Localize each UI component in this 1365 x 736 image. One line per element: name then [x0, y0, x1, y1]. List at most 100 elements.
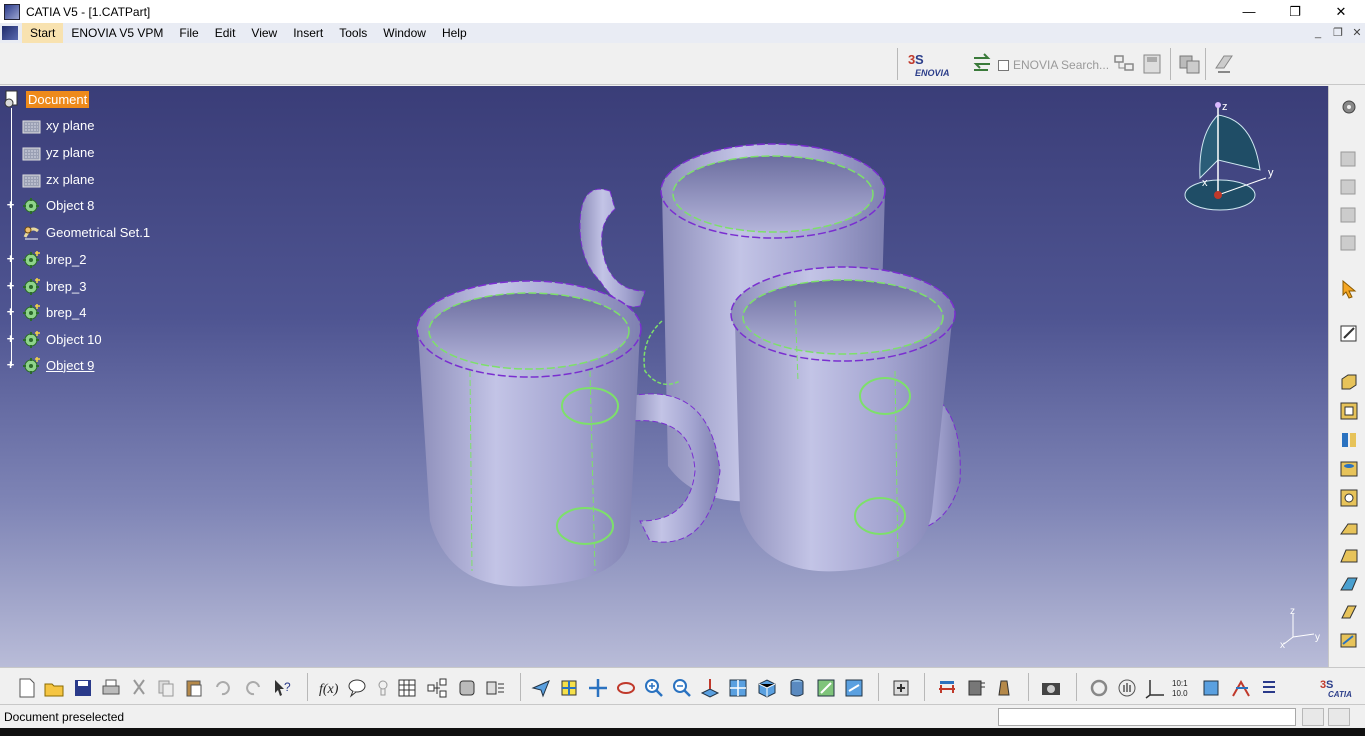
maximize-button[interactable]: ❐ — [1272, 0, 1318, 23]
knowledge-advisor-icon[interactable] — [346, 677, 368, 699]
expand-plus-icon[interactable]: + — [6, 305, 15, 318]
multi-model-icon[interactable] — [1178, 52, 1202, 76]
chamfer-icon[interactable] — [1338, 516, 1360, 538]
measure-item-icon[interactable] — [965, 677, 987, 699]
settings-grid-icon[interactable] — [1112, 52, 1136, 76]
update-icon[interactable] — [890, 677, 912, 699]
sketch-icon[interactable] — [1338, 322, 1360, 344]
compass-icon[interactable]: z y x — [1178, 100, 1278, 215]
product-structure-icon[interactable] — [1338, 148, 1360, 170]
doc-close-button[interactable]: ✕ — [1347, 23, 1365, 43]
hide-show-icon[interactable] — [815, 677, 837, 699]
design-table-icon[interactable] — [396, 677, 418, 699]
tree-item-brep-3[interactable]: + brep_3 — [7, 275, 86, 297]
mug-models[interactable] — [400, 131, 980, 591]
reconnect-icon[interactable] — [1212, 52, 1236, 76]
menu-enovia-v5-vpm[interactable]: ENOVIA V5 VPM — [63, 23, 171, 43]
whats-this-icon[interactable]: ? — [272, 677, 294, 699]
fit-all-icon[interactable] — [558, 677, 580, 699]
menu-edit[interactable]: Edit — [207, 23, 244, 43]
save-icon[interactable] — [72, 677, 94, 699]
doc-restore-button[interactable]: ❐ — [1328, 23, 1348, 43]
expand-plus-icon[interactable]: + — [6, 279, 15, 292]
catalog-icon[interactable] — [456, 677, 478, 699]
scale-values-icon[interactable]: 10:110.0 — [1172, 677, 1194, 699]
tree-item-yz-plane[interactable]: yz plane — [22, 141, 94, 163]
capture-camera-icon[interactable] — [1040, 677, 1062, 699]
enovia-connect-icon[interactable] — [970, 52, 994, 76]
cylinder-view-icon[interactable] — [1200, 677, 1222, 699]
status-button[interactable] — [1302, 708, 1324, 726]
menu-insert[interactable]: Insert — [285, 23, 331, 43]
open-icon[interactable] — [43, 677, 65, 699]
tree-item-object-8[interactable]: + Object 8 — [7, 194, 94, 216]
draft-icon[interactable] — [1338, 544, 1360, 566]
tree-item-brep-4[interactable]: + brep_4 — [7, 301, 86, 323]
axis-system-icon[interactable] — [1144, 677, 1166, 699]
normal-view-icon[interactable] — [699, 677, 721, 699]
minimize-button[interactable]: — — [1226, 0, 1272, 23]
undo-icon[interactable] — [212, 677, 234, 699]
select-cursor-icon[interactable] — [1338, 278, 1360, 300]
menu-window[interactable]: Window — [375, 23, 434, 43]
expand-plus-icon[interactable]: + — [6, 332, 15, 345]
save-to-enovia-icon[interactable] — [1140, 52, 1164, 76]
command-input[interactable] — [998, 708, 1296, 726]
catia-logo-icon[interactable]: 3 SCATIA — [1318, 677, 1358, 699]
menu-file[interactable]: File — [171, 23, 206, 43]
mug-front-right[interactable] — [730, 266, 961, 572]
tree-item-object-10[interactable]: + Object 10 — [7, 328, 102, 350]
tree-root-document[interactable]: Document — [2, 88, 90, 110]
3d-rotate-icon[interactable] — [1088, 677, 1110, 699]
fillet-icon[interactable] — [1338, 487, 1360, 509]
menu-tools[interactable]: Tools — [331, 23, 375, 43]
expand-plus-icon[interactable]: + — [6, 252, 15, 265]
copy-icon[interactable] — [155, 677, 177, 699]
product-structure-icon[interactable] — [1338, 232, 1360, 254]
list-view-icon[interactable] — [1258, 677, 1280, 699]
status-button[interactable] — [1328, 708, 1350, 726]
light-bulb-icon[interactable] — [372, 677, 394, 699]
measure-inertia-icon[interactable] — [993, 677, 1015, 699]
tree-item-object-9[interactable]: + Object 9 — [7, 354, 94, 376]
fly-mode-icon[interactable] — [530, 677, 552, 699]
graph-tree-icon[interactable] — [426, 677, 448, 699]
close-button[interactable]: ✕ — [1318, 0, 1364, 23]
shell-icon[interactable] — [1338, 572, 1360, 594]
product-structure-icon[interactable] — [1338, 176, 1360, 198]
menu-help[interactable]: Help — [434, 23, 475, 43]
tree-item-xy-plane[interactable]: xy plane — [22, 114, 94, 136]
hole-icon[interactable] — [1338, 458, 1360, 480]
tree-item-zx-plane[interactable]: zx plane — [22, 168, 94, 190]
pocket-icon[interactable] — [1338, 400, 1360, 422]
instantiate-icon[interactable] — [484, 677, 506, 699]
expand-plus-icon[interactable]: + — [6, 358, 15, 371]
doc-minimize-button[interactable]: _ — [1308, 23, 1328, 43]
multi-view-icon[interactable] — [727, 677, 749, 699]
zoom-out-icon[interactable] — [671, 677, 693, 699]
enovia-search[interactable]: ENOVIA Search... — [998, 58, 1109, 72]
pad-icon[interactable] — [1338, 371, 1360, 393]
hand-pan-icon[interactable] — [1116, 677, 1138, 699]
rotate-icon[interactable] — [615, 677, 637, 699]
cut-icon[interactable] — [128, 677, 150, 699]
expand-plus-icon[interactable]: + — [6, 198, 15, 211]
thickness-icon[interactable] — [1338, 601, 1360, 623]
tree-item-brep-2[interactable]: + brep_2 — [7, 248, 86, 270]
iso-view-icon[interactable] — [756, 677, 778, 699]
catia-menu-icon[interactable] — [2, 26, 18, 40]
redo-icon[interactable] — [242, 677, 264, 699]
measure-between-icon[interactable] — [936, 677, 958, 699]
zoom-in-icon[interactable] — [643, 677, 665, 699]
swap-visible-space-icon[interactable] — [843, 677, 865, 699]
menu-start[interactable]: Start — [22, 23, 64, 43]
shaft-icon[interactable] — [1338, 429, 1360, 451]
gear-icon[interactable] — [1338, 96, 1360, 118]
print-icon[interactable] — [100, 677, 122, 699]
pan-icon[interactable] — [587, 677, 609, 699]
menu-view[interactable]: View — [243, 23, 285, 43]
new-icon[interactable] — [16, 677, 38, 699]
enovia-search-checkbox[interactable] — [998, 59, 1009, 71]
formula-icon[interactable]: f(x) — [318, 677, 340, 699]
shading-icon[interactable] — [786, 677, 808, 699]
